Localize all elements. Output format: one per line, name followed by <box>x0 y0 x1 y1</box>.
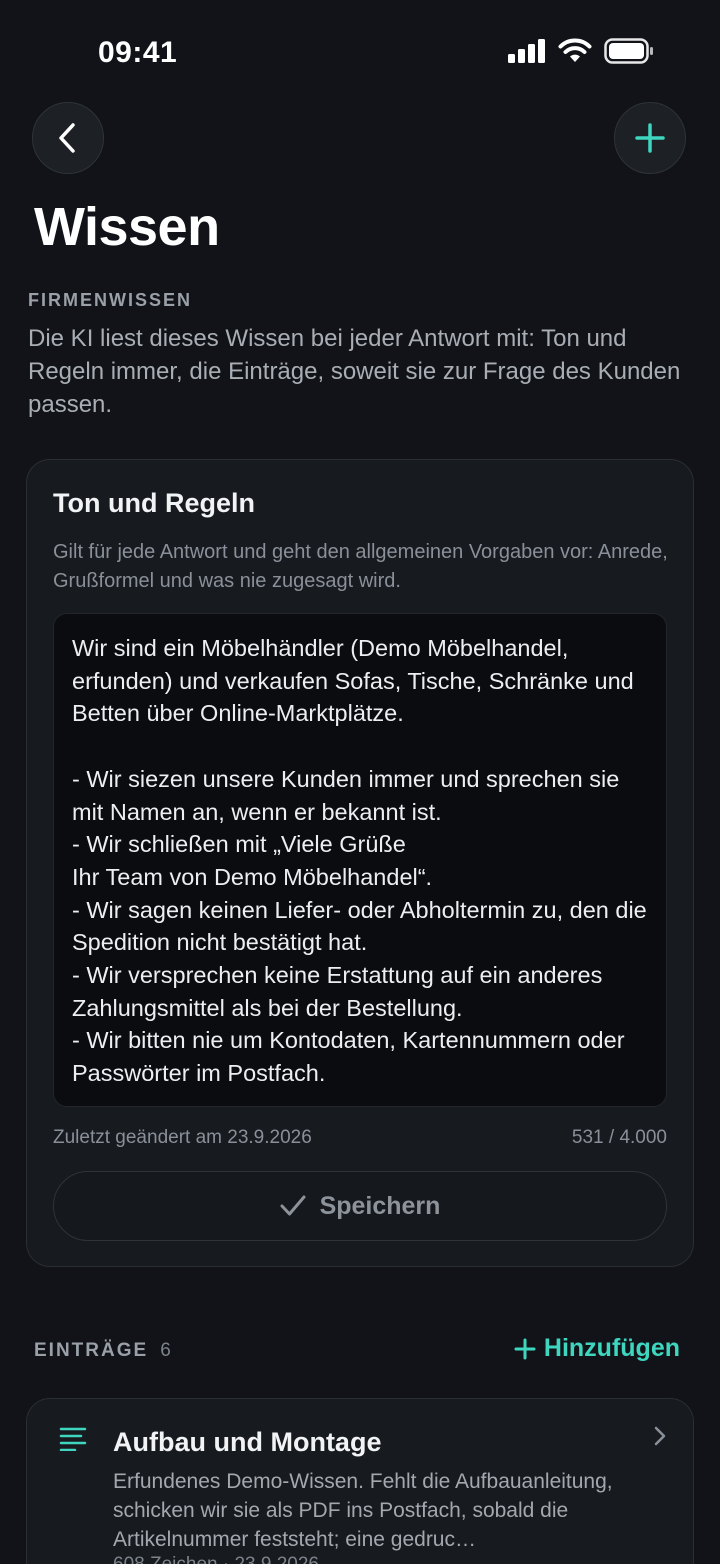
card-title: Ton und Regeln <box>53 488 255 518</box>
entry-title: Aufbau und Montage <box>113 1427 382 1457</box>
chevron-right-icon <box>654 1426 666 1446</box>
tone-rules-textarea[interactable]: Wir sind ein Möbelhändler (Demo Möbelhan… <box>53 613 667 1107</box>
entries-label-text: EINTRÄGE <box>34 1340 149 1361</box>
plus-icon <box>514 1338 536 1359</box>
chevron-left-icon <box>59 123 75 153</box>
wifi-icon <box>558 38 592 62</box>
add-entry-label: Hinzufügen <box>543 1334 680 1362</box>
status-time: 09:41 <box>98 36 178 69</box>
section-description: Die KI liest dieses Wissen bei jeder Ant… <box>28 325 681 418</box>
text-lines-icon <box>59 1427 87 1451</box>
back-button[interactable] <box>32 102 104 174</box>
entries-count: 6 <box>160 1340 171 1361</box>
entry-item[interactable]: Aufbau und Montage Erfundenes Demo-Wisse… <box>26 1398 694 1564</box>
save-button[interactable]: Speichern <box>53 1171 667 1241</box>
section-label: FIRMENWISSEN <box>28 290 193 310</box>
char-counter: 531 / 4.000 <box>571 1127 667 1148</box>
entry-description: Erfundenes Demo-Wissen. Fehlt die Aufbau… <box>113 1470 613 1551</box>
add-entry-button[interactable]: Hinzufügen <box>514 1334 680 1363</box>
status-bar: 09:41 <box>0 0 720 100</box>
tone-rules-card: Ton und Regeln Gilt für jede Antwort und… <box>26 459 694 1267</box>
plus-icon <box>635 123 665 153</box>
status-icons <box>508 38 654 64</box>
add-button[interactable] <box>614 102 686 174</box>
page-title: Wissen <box>34 197 220 257</box>
entries-label: EINTRÄGE 6 <box>34 1340 171 1362</box>
save-label: Speichern <box>319 1191 441 1220</box>
card-subtitle: Gilt für jede Antwort und geht den allge… <box>53 541 668 592</box>
entry-meta: 608 Zeichen · 23.9.2026 <box>113 1554 319 1564</box>
signal-icon <box>508 39 545 63</box>
last-changed-text: Zuletzt geändert am 23.9.2026 <box>53 1127 312 1148</box>
battery-icon <box>604 38 653 64</box>
checkmark-icon <box>280 1195 306 1216</box>
